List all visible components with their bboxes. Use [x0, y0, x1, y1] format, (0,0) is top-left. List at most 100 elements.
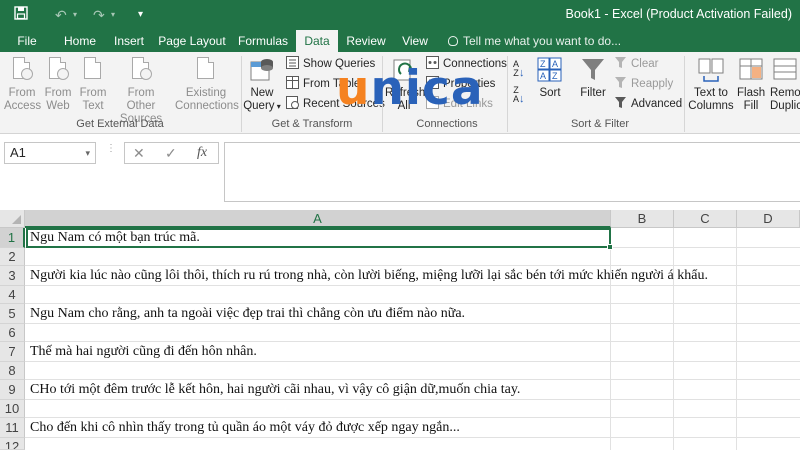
tab-formulas[interactable]: Formulas: [232, 30, 294, 52]
worksheet-grid[interactable]: A B C D 1 2 3 4 5 6 7 8 9 10 11 12 Ngu N…: [0, 210, 800, 450]
remove-duplicates-button[interactable]: Remove Duplicates: [770, 56, 800, 113]
row-header-2[interactable]: 2: [0, 248, 25, 266]
tab-home[interactable]: Home: [56, 30, 104, 52]
row-header-1[interactable]: 1: [0, 228, 25, 248]
advanced-filter-button[interactable]: Advanced: [614, 95, 682, 113]
insert-function-button[interactable]: fx: [197, 143, 207, 163]
clear-label: Clear: [631, 58, 659, 70]
text-to-columns-label: Text to Columns: [688, 87, 734, 112]
name-box[interactable]: A1 ▾: [4, 142, 96, 164]
row-header-11[interactable]: 11: [0, 418, 25, 438]
tab-data[interactable]: Data: [296, 30, 338, 52]
remove-duplicates-icon: [772, 56, 798, 84]
web-icon: [45, 56, 71, 84]
cell-a11[interactable]: Cho đến khi cô nhìn thấy trong tủ quần á…: [30, 420, 460, 436]
row-header-6[interactable]: 6: [0, 324, 25, 342]
clear-filter-icon: [614, 56, 628, 69]
recent-sources-icon: [286, 96, 300, 109]
formula-bar-grip-icon: ⋮: [106, 143, 116, 154]
from-web-label: From Web: [44, 87, 72, 112]
new-query-dropdown-icon: ▾: [274, 102, 281, 111]
text-file-icon: [80, 56, 106, 84]
tab-page-layout[interactable]: Page Layout: [156, 30, 228, 52]
confirm-entry-icon[interactable]: ✓: [165, 143, 177, 163]
row-header-3[interactable]: 3: [0, 266, 25, 286]
cell-a3[interactable]: Người kia lúc nào cũng lôi thôi, thích r…: [30, 268, 708, 284]
tab-review[interactable]: Review: [342, 30, 390, 52]
undo-icon[interactable]: ↶: [55, 6, 67, 24]
from-access-button[interactable]: From Access: [4, 56, 42, 113]
group-label-sort-filter: Sort & Filter: [570, 118, 630, 130]
existing-connections-button[interactable]: Existing Connections: [175, 56, 239, 113]
tell-me-text: Tell me what you want to do...: [463, 34, 622, 48]
row-header-7[interactable]: 7: [0, 342, 25, 362]
flash-fill-icon: [738, 56, 764, 84]
row-header-5[interactable]: 5: [0, 304, 25, 324]
group-label-get-transform: Get & Transform: [271, 118, 353, 130]
sort-descending-button[interactable]: Z A↓: [513, 86, 525, 106]
table-row: [25, 438, 800, 450]
clear-filter-button[interactable]: Clear: [614, 55, 658, 73]
tell-me-search[interactable]: Tell me what you want to do...: [448, 30, 621, 52]
row-header-10[interactable]: 10: [0, 400, 25, 418]
customize-qat-icon[interactable]: ▾: [138, 6, 143, 24]
save-icon[interactable]: [14, 6, 28, 24]
redo-dropdown-icon[interactable]: ▾: [111, 6, 115, 24]
new-query-label: New Query: [243, 87, 275, 112]
flash-fill-button[interactable]: Flash Fill: [737, 56, 765, 113]
access-icon: [9, 56, 35, 84]
active-cell-border: [26, 228, 611, 248]
reapply-label: Reapply: [631, 78, 674, 90]
select-all-button[interactable]: [0, 210, 25, 228]
cancel-entry-icon[interactable]: ✕: [133, 143, 145, 163]
show-queries-icon: [286, 56, 300, 69]
from-web-button[interactable]: From Web: [42, 56, 74, 113]
column-header-b[interactable]: B: [611, 210, 674, 228]
tab-file[interactable]: File: [6, 30, 48, 52]
row-header-12[interactable]: 12: [0, 438, 25, 450]
reapply-icon: [614, 76, 628, 89]
sort-dialog-icon: ZAAZ: [537, 56, 563, 84]
sort-label: Sort: [539, 87, 561, 99]
formula-bar: A1 ▾ ⋮ ✕ ✓ fx: [0, 134, 800, 210]
new-query-button[interactable]: New Query ▾: [243, 56, 281, 113]
filter-button[interactable]: Filter: [574, 56, 612, 100]
formula-buttons: ✕ ✓ fx: [124, 142, 219, 164]
row-header-9[interactable]: 9: [0, 380, 25, 400]
ribbon-tabs: File Home Insert Page Layout Formulas Da…: [0, 30, 800, 52]
funnel-icon: [580, 56, 606, 84]
column-header-c[interactable]: C: [674, 210, 737, 228]
lightbulb-icon: [448, 36, 458, 46]
from-other-sources-button[interactable]: From Other Sources: [112, 56, 170, 126]
tab-insert[interactable]: Insert: [108, 30, 150, 52]
text-to-columns-button[interactable]: Text to Columns: [688, 56, 734, 113]
cell-a5[interactable]: Ngu Nam cho rằng, anh ta ngoài việc đẹp …: [30, 306, 465, 322]
cell-a7[interactable]: Thế mà hai người cũng đi đến hôn nhân.: [30, 344, 257, 360]
from-access-label: From Access: [4, 87, 42, 112]
fill-handle[interactable]: [607, 244, 613, 250]
svg-text:A: A: [552, 59, 558, 69]
filter-label: Filter: [580, 87, 606, 99]
undo-dropdown-icon[interactable]: ▾: [73, 6, 77, 24]
table-icon: [286, 76, 300, 89]
sort-ascending-button[interactable]: A Z↓: [513, 60, 525, 80]
new-query-icon: [249, 56, 275, 84]
column-header-a[interactable]: A: [25, 210, 611, 228]
cell-a9[interactable]: CHo tới một đêm trước lễ kết hôn, hai ng…: [30, 382, 520, 398]
table-row: [25, 286, 800, 304]
sort-button[interactable]: ZAAZ Sort: [534, 56, 566, 100]
chevron-down-icon[interactable]: ▾: [85, 143, 90, 163]
row-header-8[interactable]: 8: [0, 362, 25, 380]
group-label-connections: Connections: [416, 118, 478, 130]
table-row: [25, 248, 800, 266]
from-text-button[interactable]: From Text: [77, 56, 109, 113]
window-title: Book1 - Excel (Product Activation Failed…: [565, 7, 793, 21]
formula-input[interactable]: [224, 142, 800, 202]
group-separator: [507, 56, 508, 132]
reapply-button[interactable]: Reapply: [614, 75, 673, 93]
row-header-4[interactable]: 4: [0, 286, 25, 304]
redo-icon[interactable]: ↷: [93, 6, 105, 24]
column-header-d[interactable]: D: [737, 210, 800, 228]
advanced-filter-icon: [614, 96, 628, 109]
tab-view[interactable]: View: [394, 30, 436, 52]
